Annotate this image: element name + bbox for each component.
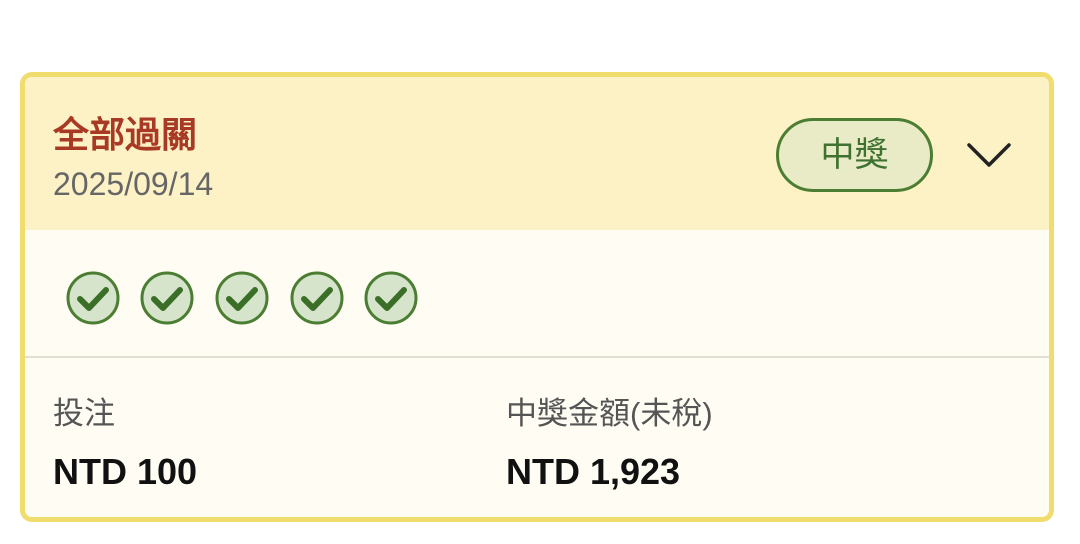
ticket-date: 2025/09/14 xyxy=(53,166,214,202)
check-circle-icon xyxy=(140,271,194,325)
ticket-header[interactable]: 全部過關 2025/09/14 中獎 xyxy=(25,77,1049,230)
chevron-down-icon[interactable] xyxy=(959,135,1019,175)
check-circle-icon xyxy=(290,271,344,325)
bet-ticket-card: 全部過關 2025/09/14 中獎 投注 NTD 100 中獎金額(未稅) N… xyxy=(20,72,1054,522)
prize-amount: NTD 1,923 xyxy=(506,451,681,492)
bet-label: 投注 xyxy=(53,396,115,431)
prize-label: 中獎金額(未稅) xyxy=(506,396,713,431)
check-circle-icon xyxy=(215,271,269,325)
check-circle-icon xyxy=(66,271,120,325)
status-badge: 中獎 xyxy=(776,118,933,192)
ticket-title: 全部過關 xyxy=(53,114,198,155)
bet-amount: NTD 100 xyxy=(53,451,198,492)
check-circle-icon xyxy=(364,271,418,325)
divider xyxy=(25,356,1049,358)
